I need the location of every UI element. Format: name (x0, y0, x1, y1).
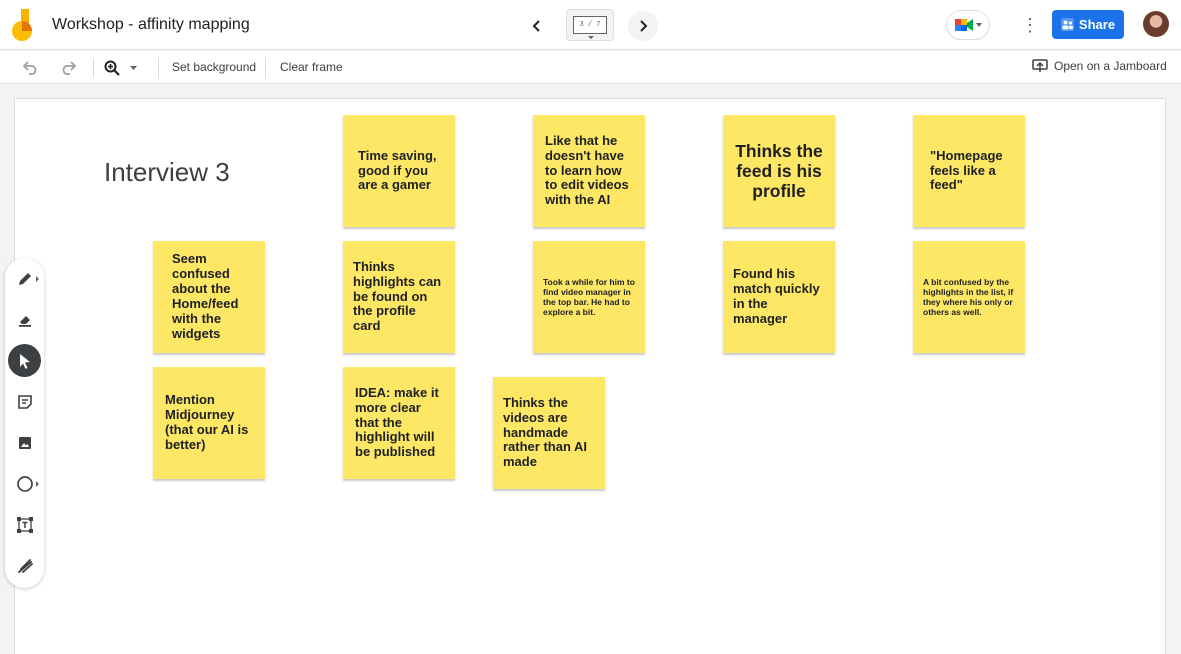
sticky-note-icon (17, 394, 32, 409)
sticky-note[interactable]: Thinks the videos are handmade rather th… (493, 377, 605, 489)
sticky-note[interactable]: Thinks highlights can be found on the pr… (343, 241, 455, 353)
select-tool[interactable] (8, 344, 41, 377)
previous-frame-button[interactable] (522, 11, 552, 41)
set-background-button[interactable]: Set background (172, 60, 256, 74)
board-title[interactable]: Interview 3 (104, 157, 230, 188)
sticky-note[interactable]: IDEA: make it more clear that the highli… (343, 367, 455, 479)
toolbar-divider (158, 58, 159, 78)
sticky-note[interactable]: Mention Midjourney (that our AI is bette… (153, 367, 265, 479)
sticky-note[interactable]: Time saving, good if you are a gamer (343, 115, 455, 227)
image-tool[interactable] (8, 426, 41, 459)
next-frame-button[interactable] (628, 11, 658, 41)
select-icon (19, 353, 30, 369)
meet-button[interactable] (946, 10, 990, 40)
zoom-button[interactable] (104, 57, 148, 79)
sticky-note[interactable]: Thinks the feed is his profile (723, 115, 835, 227)
people-icon (1060, 18, 1074, 31)
tool-options-caret-icon (36, 481, 39, 487)
sticky-note-text: Time saving, good if you are a gamer (358, 147, 437, 193)
sticky-note[interactable]: Seem confused about the Home/feed with t… (153, 241, 265, 353)
editing-toolbar: Set background Clear frame Open on a Jam… (0, 51, 1181, 84)
text-box-tool[interactable] (8, 508, 41, 541)
frame-indicator: 3 / 7 (573, 16, 607, 34)
meet-icon (954, 19, 973, 31)
eraser-tool[interactable] (8, 303, 41, 336)
undo-button[interactable] (20, 57, 42, 79)
shape-tool[interactable] (8, 467, 41, 500)
clear-frame-button[interactable]: Clear frame (280, 60, 343, 74)
sticky-note[interactable]: A bit confused by the highlights in the … (913, 241, 1025, 353)
share-label: Share (1078, 17, 1116, 32)
undo-icon (23, 61, 37, 75)
sticky-note-text: Thinks highlights can be found on the pr… (353, 258, 442, 334)
sticky-note-text: Mention Midjourney (that our AI is bette… (165, 392, 249, 452)
chevron-right-icon (640, 20, 648, 32)
pen-icon (18, 272, 31, 285)
tool-options-caret-icon (36, 276, 39, 282)
avatar[interactable] (1143, 11, 1169, 37)
chevron-down-icon (130, 66, 137, 70)
circle-icon (16, 475, 33, 492)
sticky-note-text: IDEA: make it more clear that the highli… (355, 384, 439, 460)
eraser-icon (18, 315, 31, 327)
text-box-icon (16, 516, 33, 533)
laser-tool[interactable] (8, 549, 41, 582)
sticky-note-text: Thinks the feed is his profile (735, 140, 823, 202)
open-on-jamboard-button[interactable]: Open on a Jamboard (1032, 59, 1167, 73)
sticky-note-text: Seem confused about the Home/feed with t… (172, 251, 239, 341)
sticky-note-text: Took a while for him to find video manag… (543, 276, 635, 318)
jamboard-logo-icon[interactable] (12, 9, 36, 41)
sticky-note-text: Like that he doesn't have to learn how t… (545, 132, 629, 208)
share-button[interactable]: Share (1052, 10, 1124, 39)
cast-screen-icon (1032, 59, 1048, 72)
zoom-icon (104, 60, 120, 76)
sticky-note[interactable]: Like that he doesn't have to learn how t… (533, 115, 645, 227)
tools-panel (5, 258, 44, 588)
redo-icon (62, 61, 76, 75)
frame-caret-icon (588, 36, 594, 39)
sticky-note-text: "Homepage feels like a feed" (930, 147, 1003, 193)
chevron-left-icon (532, 20, 540, 32)
toolbar-divider (265, 58, 266, 78)
chevron-down-icon (975, 23, 982, 27)
open-on-jamboard-label: Open on a Jamboard (1054, 59, 1167, 73)
sticky-note-text: Found his match quickly in the manager (733, 266, 820, 326)
top-bar: Workshop - affinity mapping 3 / 7 ⋮ Shar… (0, 0, 1181, 50)
sticky-note[interactable]: "Homepage feels like a feed" (913, 115, 1025, 227)
image-icon (18, 436, 31, 449)
sticky-note-text: A bit confused by the highlights in the … (923, 276, 1014, 318)
redo-button[interactable] (57, 57, 79, 79)
document-title[interactable]: Workshop - affinity mapping (52, 16, 250, 34)
sticky-note[interactable]: Found his match quickly in the manager (723, 241, 835, 353)
toolbar-divider (93, 58, 94, 78)
sticky-note-tool[interactable] (8, 385, 41, 418)
sticky-note-text: Thinks the videos are handmade rather th… (503, 394, 588, 470)
laser-icon (17, 558, 33, 573)
frame-bar-toggle[interactable]: 3 / 7 (566, 9, 614, 41)
more-options-icon[interactable]: ⋮ (1020, 12, 1040, 38)
pen-tool[interactable] (8, 262, 41, 295)
sticky-note[interactable]: Took a while for him to find video manag… (533, 241, 645, 353)
